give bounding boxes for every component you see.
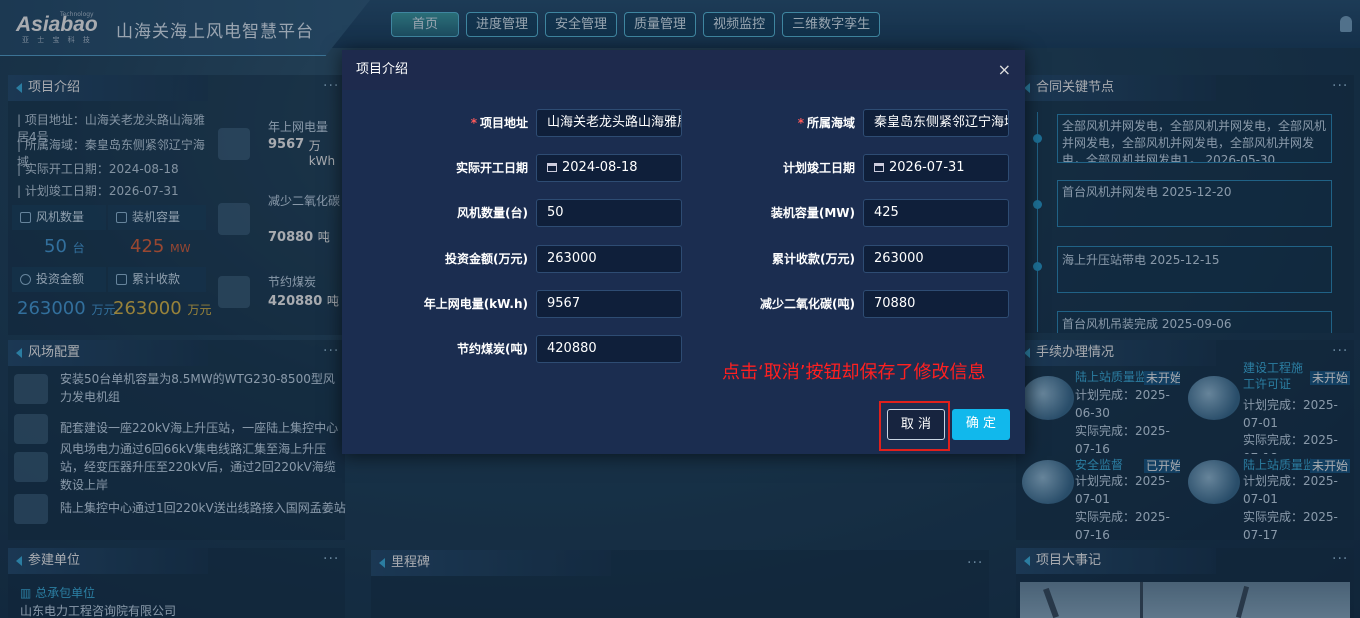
capacity-input[interactable]: 425 (863, 199, 1009, 227)
field-label-investment: 投资金额(万元) (445, 252, 528, 266)
bug-annotation: 点击‘取消’按钮却保存了修改信息 (722, 362, 986, 383)
calendar-icon (874, 163, 884, 172)
annotation-highlight-box (879, 401, 950, 451)
field-label-received: 累计收款(万元) (772, 252, 855, 266)
field-label-sea-area: * 所属海域 (797, 116, 855, 130)
project-edit-dialog: 项目介绍 × *项目地址 山海关老龙头路山海雅居4号 *所属海域 秦皇岛东侧紧邻… (342, 50, 1025, 454)
field-label-start-date: 实际开工日期 (455, 161, 528, 175)
coal-input[interactable]: 420880 (536, 335, 682, 363)
annual-power-input[interactable]: 9567 (536, 290, 682, 318)
turbines-input[interactable]: 50 (536, 199, 682, 227)
dialog-header: 项目介绍 (342, 50, 1025, 90)
field-label-turbines: 风机数量(台) (457, 206, 528, 220)
field-label-co2: 减少二氧化碳(吨) (760, 297, 855, 311)
investment-input[interactable]: 263000 (536, 245, 682, 273)
field-label-annual-power: 年上网电量(kW.h) (423, 297, 528, 311)
field-label-end-date: 计划竣工日期 (782, 161, 855, 175)
ok-button[interactable]: 确 定 (952, 409, 1010, 440)
end-date-picker[interactable]: 2026-07-31 (863, 154, 1009, 182)
close-icon[interactable]: × (998, 50, 1011, 90)
dialog-title: 项目介绍 (356, 62, 409, 77)
calendar-icon (547, 163, 557, 172)
field-label-address: * 项目地址 (470, 116, 528, 130)
field-label-capacity: 装机容量(MW) (770, 206, 855, 220)
received-input[interactable]: 263000 (863, 245, 1009, 273)
co2-input[interactable]: 70880 (863, 290, 1009, 318)
start-date-picker[interactable]: 2024-08-18 (536, 154, 682, 182)
address-input[interactable]: 山海关老龙头路山海雅居4号 (536, 109, 682, 137)
field-label-coal: 节约煤炭(吨) (457, 342, 528, 356)
sea-area-input[interactable]: 秦皇岛东侧紧邻辽宁海域 (863, 109, 1009, 137)
